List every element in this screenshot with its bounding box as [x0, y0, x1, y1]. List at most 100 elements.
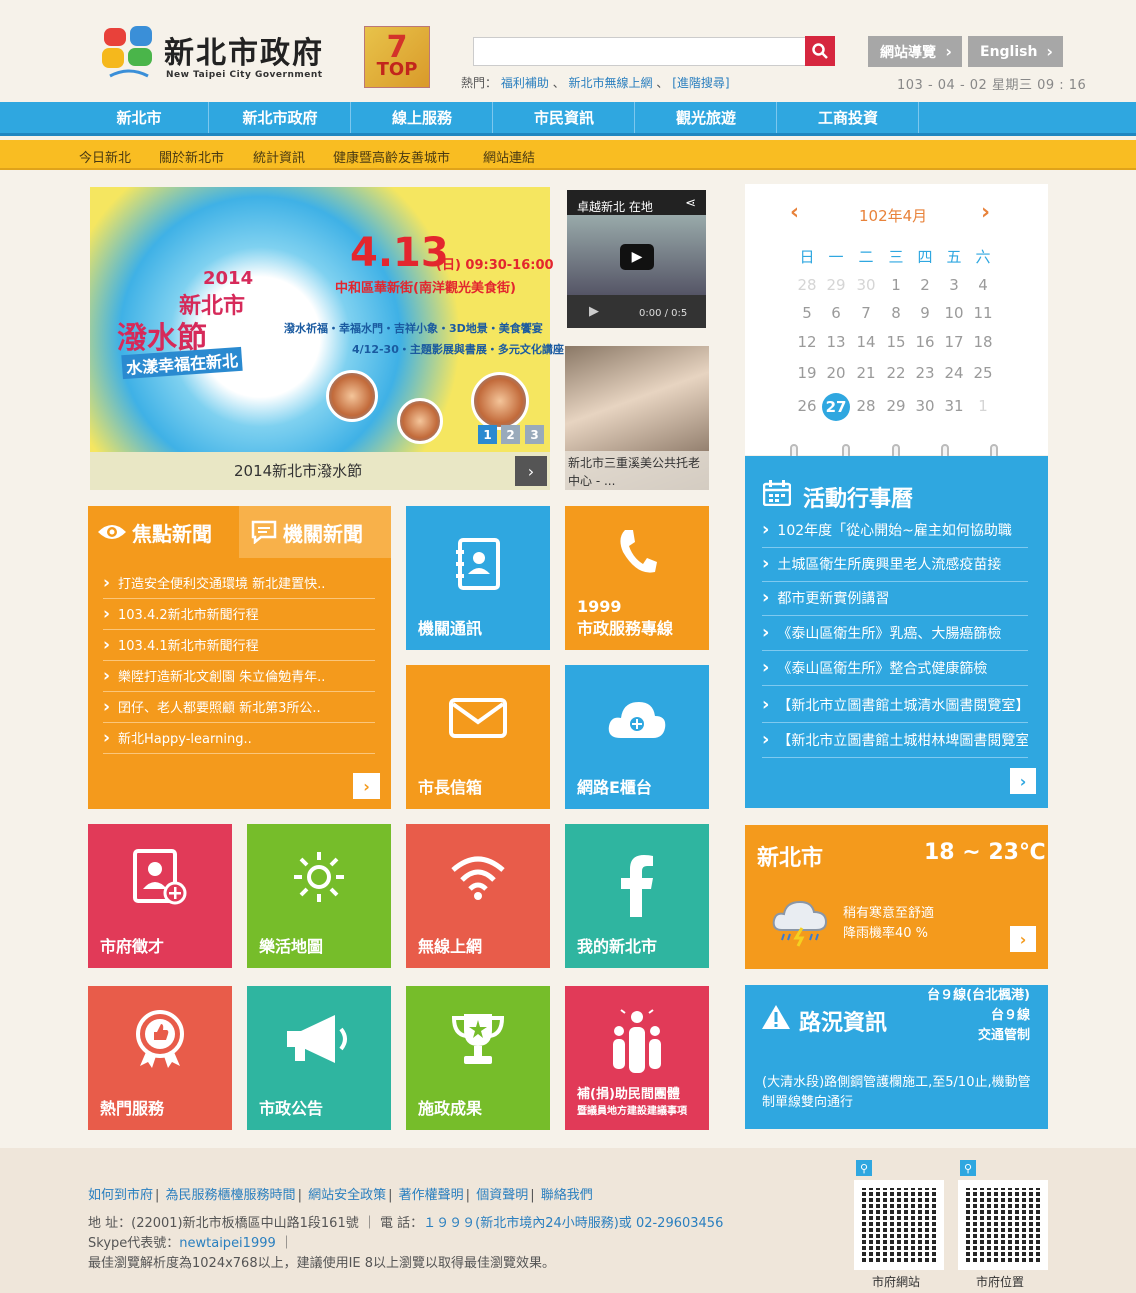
calendar-day[interactable]: 19	[795, 364, 819, 382]
share-icon[interactable]: ⋖	[685, 196, 696, 211]
play-button-icon[interactable]: ▶	[589, 304, 599, 319]
tab-agency-news[interactable]: 機關新聞	[239, 506, 391, 558]
calendar-day[interactable]: 21	[854, 364, 878, 382]
search-input[interactable]	[473, 37, 807, 66]
calendar-day[interactable]: 18	[971, 333, 995, 351]
calendar-next-icon[interactable]: ›	[981, 200, 990, 225]
news-item[interactable]: 打造安全便利交通環境 新北建置快..	[103, 568, 375, 599]
calendar-day[interactable]: 7	[854, 304, 878, 322]
event-item[interactable]: 《泰山區衛生所》整合式健康篩檢	[762, 652, 1028, 686]
city-logo-icon[interactable]	[100, 22, 158, 84]
tab-focus-news[interactable]: 焦點新聞	[88, 506, 239, 558]
calendar-day[interactable]: 29	[824, 276, 848, 294]
tile-recruit[interactable]: 市府徵才	[88, 824, 232, 968]
calendar-day[interactable]: 3	[942, 276, 966, 294]
calendar-day[interactable]: 1	[884, 276, 908, 294]
tile-hot-service[interactable]: 熱門服務	[88, 986, 232, 1130]
calendar-day[interactable]: 30	[913, 397, 937, 415]
tile-e-counter[interactable]: 網路E櫃台	[565, 665, 709, 809]
sitemap-button[interactable]: 網站導覽 ›	[868, 36, 962, 67]
zoom-icon[interactable]: ⚲	[856, 1160, 872, 1176]
footer-link[interactable]: 為民服務櫃檯服務時間	[166, 1188, 296, 1203]
footer-link[interactable]: 個資聲明	[476, 1188, 528, 1203]
news-photo-caption[interactable]: 新北市三重溪美公共托老中心 - ...	[565, 451, 709, 490]
subnav-item-about[interactable]: 關於新北市	[159, 147, 224, 166]
calendar-day[interactable]: 16	[913, 333, 937, 351]
calendar-prev-icon[interactable]: ‹	[790, 200, 799, 225]
calendar-day[interactable]: 8	[884, 304, 908, 322]
calendar-day[interactable]: 4	[971, 276, 995, 294]
tile-announce[interactable]: 市政公告	[247, 986, 391, 1130]
calendar-day[interactable]: 1	[971, 397, 995, 415]
event-item[interactable]: 【新北市立圖書館土城柑林埤圖書閱覽室	[762, 724, 1028, 758]
footer-link[interactable]: 如何到市府	[88, 1188, 153, 1203]
advanced-search-link[interactable]: [進階搜尋]	[672, 76, 729, 90]
tile-results[interactable]: 施政成果	[406, 986, 550, 1130]
calendar-day[interactable]: 10	[942, 304, 966, 322]
zoom-icon[interactable]: ⚲	[960, 1160, 976, 1176]
news-photo[interactable]: 新北市三重溪美公共托老中心 - ...	[565, 346, 709, 490]
nav-item-business[interactable]: 工商投資	[778, 102, 919, 133]
calendar-day[interactable]: 22	[884, 364, 908, 382]
event-item[interactable]: 都市更新實例講習	[762, 582, 1028, 616]
footer-link[interactable]: 網站安全政策	[308, 1188, 386, 1203]
subnav-item-links[interactable]: 網站連結	[483, 147, 535, 166]
english-button[interactable]: English ›	[968, 36, 1063, 67]
calendar-day[interactable]: 9	[913, 304, 937, 322]
hot-link-wifi[interactable]: 新北市無線上網	[569, 76, 653, 90]
nav-item-new-taipei[interactable]: 新北市	[70, 102, 209, 133]
nav-item-tourism[interactable]: 觀光旅遊	[636, 102, 777, 133]
events-more-button[interactable]: ›	[1010, 768, 1036, 794]
event-item[interactable]: 102年度「從心開始~雇主如何協助職	[762, 514, 1028, 548]
calendar-day[interactable]: 15	[884, 333, 908, 351]
search-button[interactable]	[805, 36, 835, 66]
weather-more-button[interactable]: ›	[1010, 926, 1036, 952]
news-more-button[interactable]: ›	[353, 773, 380, 799]
news-item[interactable]: 樂陞打造新北文創園 朱立倫勉青年..	[103, 661, 375, 692]
slide-next-button[interactable]: ›	[515, 456, 547, 486]
hot-link-welfare[interactable]: 福利補助	[501, 76, 549, 90]
calendar-day[interactable]: 25	[971, 364, 995, 382]
footer-skype[interactable]: newtaipei1999	[179, 1236, 276, 1251]
tile-fun-map[interactable]: 樂活地圖	[247, 824, 391, 968]
video-player[interactable]: 卓越新北 在地 ⋖ ▶ ▶ 0:00 / 0:5	[567, 190, 706, 328]
tile-mayor-mail[interactable]: 市長信箱	[406, 665, 550, 809]
calendar-day[interactable]: 2	[913, 276, 937, 294]
nav-item-government[interactable]: 新北市政府	[210, 102, 351, 133]
subnav-item-today[interactable]: 今日新北	[79, 147, 131, 166]
calendar-day[interactable]: 6	[824, 304, 848, 322]
calendar-day[interactable]: 11	[971, 304, 995, 322]
calendar-day[interactable]: 5	[795, 304, 819, 322]
logo-title[interactable]: 新北市政府	[164, 28, 324, 72]
nav-item-citizen-info[interactable]: 市民資訊	[494, 102, 635, 133]
tile-hotline[interactable]: 1999 市政服務專線	[565, 506, 709, 650]
calendar-day[interactable]: 28	[854, 397, 878, 415]
play-icon[interactable]: ▶	[620, 244, 654, 270]
event-item[interactable]: 【新北市立圖書館土城清水圖書閱覽室】	[762, 689, 1028, 723]
calendar-day[interactable]: 31	[942, 397, 966, 415]
nav-item-online-services[interactable]: 線上服務	[352, 102, 493, 133]
calendar-day[interactable]: 23	[913, 364, 937, 382]
tile-directory[interactable]: 機關通訊	[406, 506, 550, 650]
slide-caption[interactable]: 2014新北市潑水節	[234, 460, 362, 481]
calendar-day[interactable]: 13	[824, 333, 848, 351]
calendar-day[interactable]: 24	[942, 364, 966, 382]
footer-link[interactable]: 聯絡我們	[541, 1188, 593, 1203]
calendar-day[interactable]: 20	[824, 364, 848, 382]
tile-wifi[interactable]: 無線上網	[406, 824, 550, 968]
news-item[interactable]: 103.4.2新北市新聞行程	[103, 599, 375, 630]
event-item[interactable]: 土城區衛生所廣興里老人流感疫苗接	[762, 548, 1028, 582]
slide-dot-3[interactable]: 3	[525, 425, 544, 444]
news-item[interactable]: 103.4.1新北市新聞行程	[103, 630, 375, 661]
calendar-day-today[interactable]: 27	[822, 393, 850, 421]
calendar-day[interactable]: 29	[884, 397, 908, 415]
subnav-item-statistics[interactable]: 統計資訊	[253, 147, 305, 166]
news-item[interactable]: 囝仔、老人都要照顧 新北第3所公..	[103, 692, 375, 723]
calendar-day[interactable]: 30	[854, 276, 878, 294]
subnav-item-health-city[interactable]: 健康暨高齡友善城市	[333, 147, 450, 166]
traffic-description[interactable]: (大清水段)路側鋼管護欄施工,至5/10止,機動管制單線雙向通行	[762, 1073, 1040, 1113]
footer-link[interactable]: 著作權聲明	[399, 1188, 464, 1203]
tile-my-city[interactable]: 我的新北市	[565, 824, 709, 968]
event-item[interactable]: 《泰山區衛生所》乳癌、大腸癌篩檢	[762, 617, 1028, 651]
news-item[interactable]: 新北Happy-learning..	[103, 723, 375, 754]
